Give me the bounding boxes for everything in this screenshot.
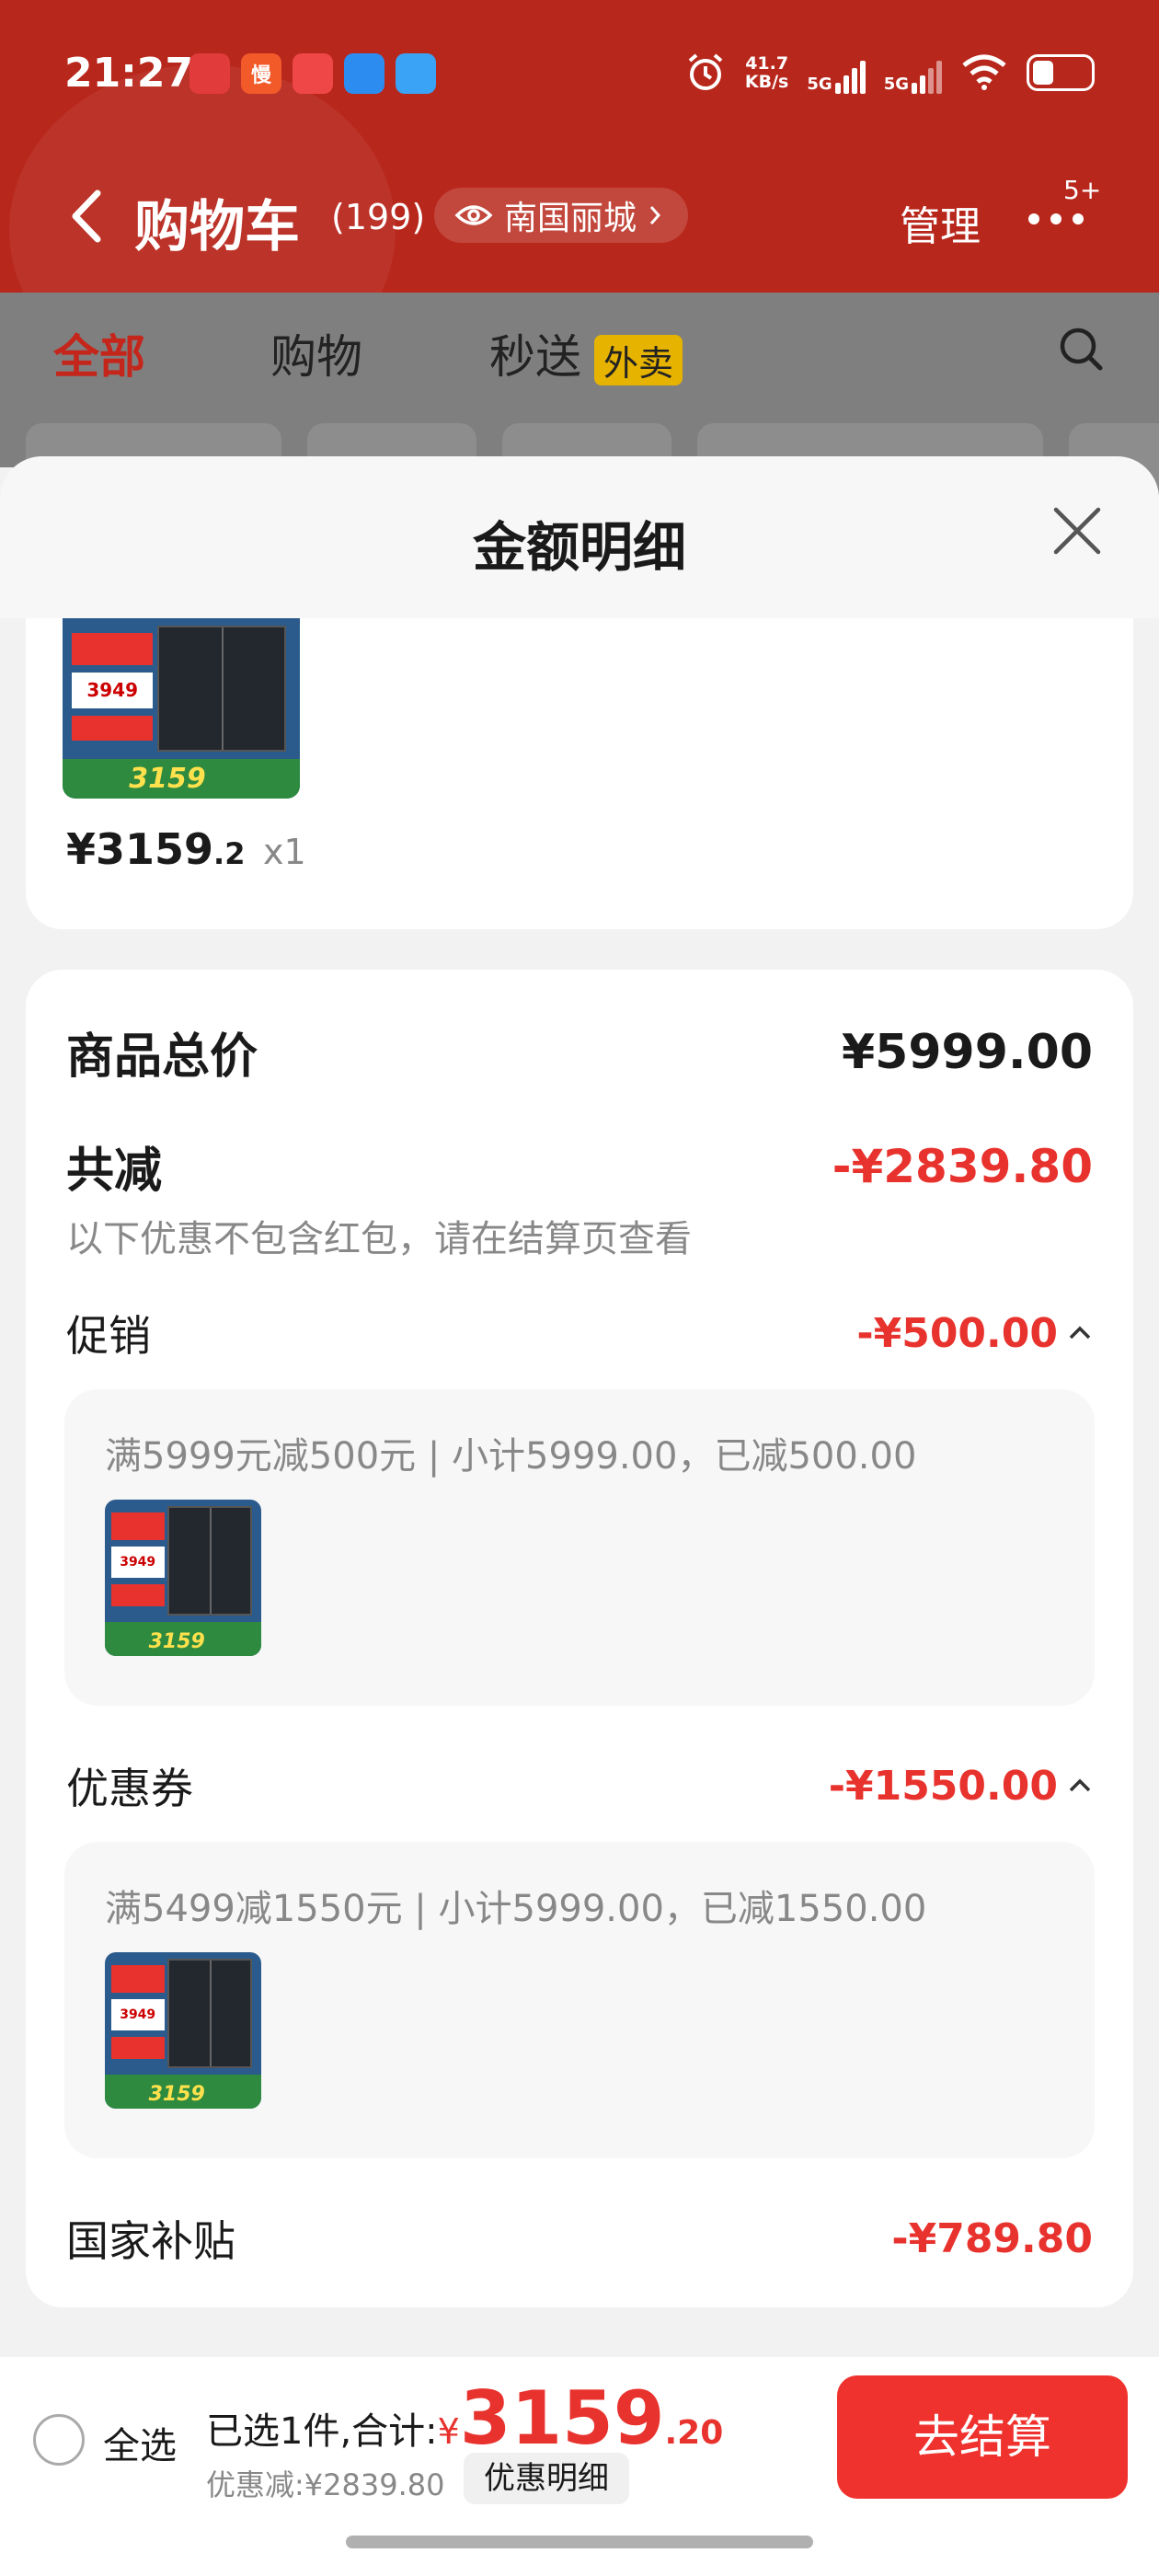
promo-value: -¥500.00 <box>856 1309 1058 1357</box>
coupon-label: 优惠券 <box>66 1764 193 1813</box>
total-price-row: 商品总价 ¥5999.00 <box>66 1018 1093 1087</box>
tab-instant-label: 秒送 <box>489 330 581 384</box>
promo-detail-box: 满5999元减500元 | 小计5999.00，已减500.00 3949 31… <box>64 1389 1095 1706</box>
total-yen: ¥ <box>437 2411 460 2452</box>
page-title: 购物车 <box>134 195 300 259</box>
coupon-detail-box: 满5499减1550元 | 小计5999.00，已减1550.00 3949 3… <box>64 1842 1095 2158</box>
price-summary-card: 商品总价 ¥5999.00 共减 -¥2839.80 以下优惠不包含红包，请在结… <box>26 970 1133 2307</box>
promo-detail: 满5999元减500元 | 小计5999.00，已减500.00 <box>105 1435 917 1478</box>
coupon-value-group: -¥1550.00 <box>829 1763 1093 1810</box>
more-badge: 5+ <box>1063 175 1102 205</box>
subsidy-row: 国家补贴 -¥789.80 <box>66 2208 1093 2269</box>
coupon-row[interactable]: 优惠券 -¥1550.00 <box>66 1755 1093 1816</box>
promo-label: 促销 <box>66 1311 151 1361</box>
reduce-value: -¥2839.80 <box>832 1139 1093 1193</box>
signal-2: 5G <box>884 52 942 94</box>
promo-product-thumbnail[interactable]: 3949 3159 <box>105 1500 261 1656</box>
promo-thumb-price-top: 3949 <box>110 1547 165 1578</box>
subsidy-value: -¥789.80 <box>891 2214 1093 2262</box>
select-all-label[interactable]: 全选 <box>103 2416 177 2469</box>
product-card: 3949 3159 ¥3159.2 x1 <box>26 618 1133 929</box>
location-selector[interactable]: 南国丽城 <box>434 188 689 243</box>
tab-instant[interactable]: 秒送 外卖 <box>489 320 683 386</box>
status-app-icons: 慢 <box>189 53 436 94</box>
blue-app-icon <box>344 53 384 94</box>
red-app-icon <box>189 53 230 94</box>
more-dots-icon <box>1028 213 1084 224</box>
eye-icon <box>454 205 493 225</box>
coupon-detail: 满5499减1550元 | 小计5999.00，已减1550.00 <box>105 1888 927 1930</box>
chevron-up-icon <box>1069 1326 1091 1340</box>
product-price-decimal: .2 <box>213 836 246 871</box>
alarm-icon <box>688 53 723 90</box>
coupon-thumb-price-bottom: 3159 <box>148 2082 205 2106</box>
promo-row[interactable]: 促销 -¥500.00 <box>66 1303 1093 1363</box>
checkout-button[interactable]: 去结算 <box>837 2375 1128 2499</box>
discount-detail-button[interactable]: 优惠明细 <box>464 2453 629 2504</box>
reduce-label: 共减 <box>66 1144 163 1199</box>
header: 21:27 慢 41.7 KB/s 5G 5G 购物车 (199) 南国丽城 管… <box>0 0 1159 293</box>
coupon-value: -¥1550.00 <box>828 1762 1058 1810</box>
status-bar: 21:27 慢 41.7 KB/s 5G 5G <box>0 0 1159 147</box>
manage-button[interactable]: 管理 <box>900 193 981 252</box>
total-price-value: ¥5999.00 <box>841 1024 1093 1080</box>
signal-1-label: 5G <box>807 75 832 94</box>
promo-value-group: -¥500.00 <box>856 1310 1093 1357</box>
signal-1: 5G <box>807 52 866 94</box>
sheet-header: 金额明细 <box>0 456 1159 618</box>
net-speed-value: 41.7 <box>745 53 789 74</box>
discount-amount: 优惠减:¥2839.80 <box>206 2467 445 2502</box>
chevron-up-icon <box>1069 1778 1091 1792</box>
douyin-icon <box>293 53 333 94</box>
wifi-icon <box>962 54 1006 90</box>
reduce-row: 共减 -¥2839.80 <box>66 1132 1093 1201</box>
nav-row: 购物车 (199) 南国丽城 管理 5+ <box>0 166 1159 267</box>
system-icons: 41.7 KB/s 5G 5G <box>684 52 1095 94</box>
slow-app-icon: 慢 <box>241 53 281 94</box>
thumb-price-bottom: 3159 <box>129 763 206 796</box>
product-quantity: x1 <box>263 832 306 872</box>
total-price-label: 商品总价 <box>66 1029 258 1085</box>
net-speed: 41.7 KB/s <box>745 54 788 91</box>
select-all-checkbox[interactable] <box>33 2414 85 2466</box>
more-button[interactable]: 5+ <box>1028 175 1102 248</box>
tab-shopping[interactable]: 购物 <box>270 320 362 386</box>
waimai-badge: 外卖 <box>594 335 683 385</box>
cart-tabs: 全部 购物 秒送 外卖 <box>0 293 1159 405</box>
coupon-product-thumbnail[interactable]: 3949 3159 <box>105 1952 261 2109</box>
product-price-main: ¥3159 <box>66 824 214 874</box>
close-icon[interactable] <box>1049 502 1106 559</box>
location-label: 南国丽城 <box>504 200 637 237</box>
sheet-title: 金额明细 <box>472 516 686 579</box>
total-dec: .20 <box>664 2414 724 2452</box>
signal-2-label: 5G <box>883 75 909 94</box>
tab-all[interactable]: 全部 <box>53 320 145 405</box>
thumb-price-top: 3949 <box>72 672 154 708</box>
qq-icon <box>396 53 436 94</box>
coupon-thumb-price-top: 3949 <box>110 1999 165 2030</box>
promo-thumb-price-bottom: 3159 <box>148 1629 205 1653</box>
net-speed-unit: KB/s <box>744 72 789 92</box>
product-price: ¥3159.2 <box>66 824 245 874</box>
total-int: 3159 <box>459 2375 665 2461</box>
status-time: 21:27 <box>64 50 194 97</box>
search-icon[interactable] <box>1056 324 1106 374</box>
total-amount: 已选1件,合计:¥3159.20 <box>206 2375 723 2461</box>
home-indicator[interactable] <box>346 2536 813 2548</box>
subsidy-label: 国家补贴 <box>66 2216 235 2266</box>
back-arrow-icon[interactable] <box>61 184 116 248</box>
reduce-hint: 以下优惠不包含红包，请在结算页查看 <box>66 1218 692 1260</box>
product-thumbnail[interactable]: 3949 3159 <box>63 618 300 799</box>
chevron-right-icon <box>649 206 661 224</box>
battery-icon <box>1027 54 1095 91</box>
total-prefix: 已选1件,合计: <box>206 2410 438 2453</box>
cart-count: (199) <box>331 197 426 237</box>
amount-detail-sheet: 金额明细 3949 3159 ¥3159.2 x1 商品总价 ¥5999.00 <box>0 456 1159 2576</box>
